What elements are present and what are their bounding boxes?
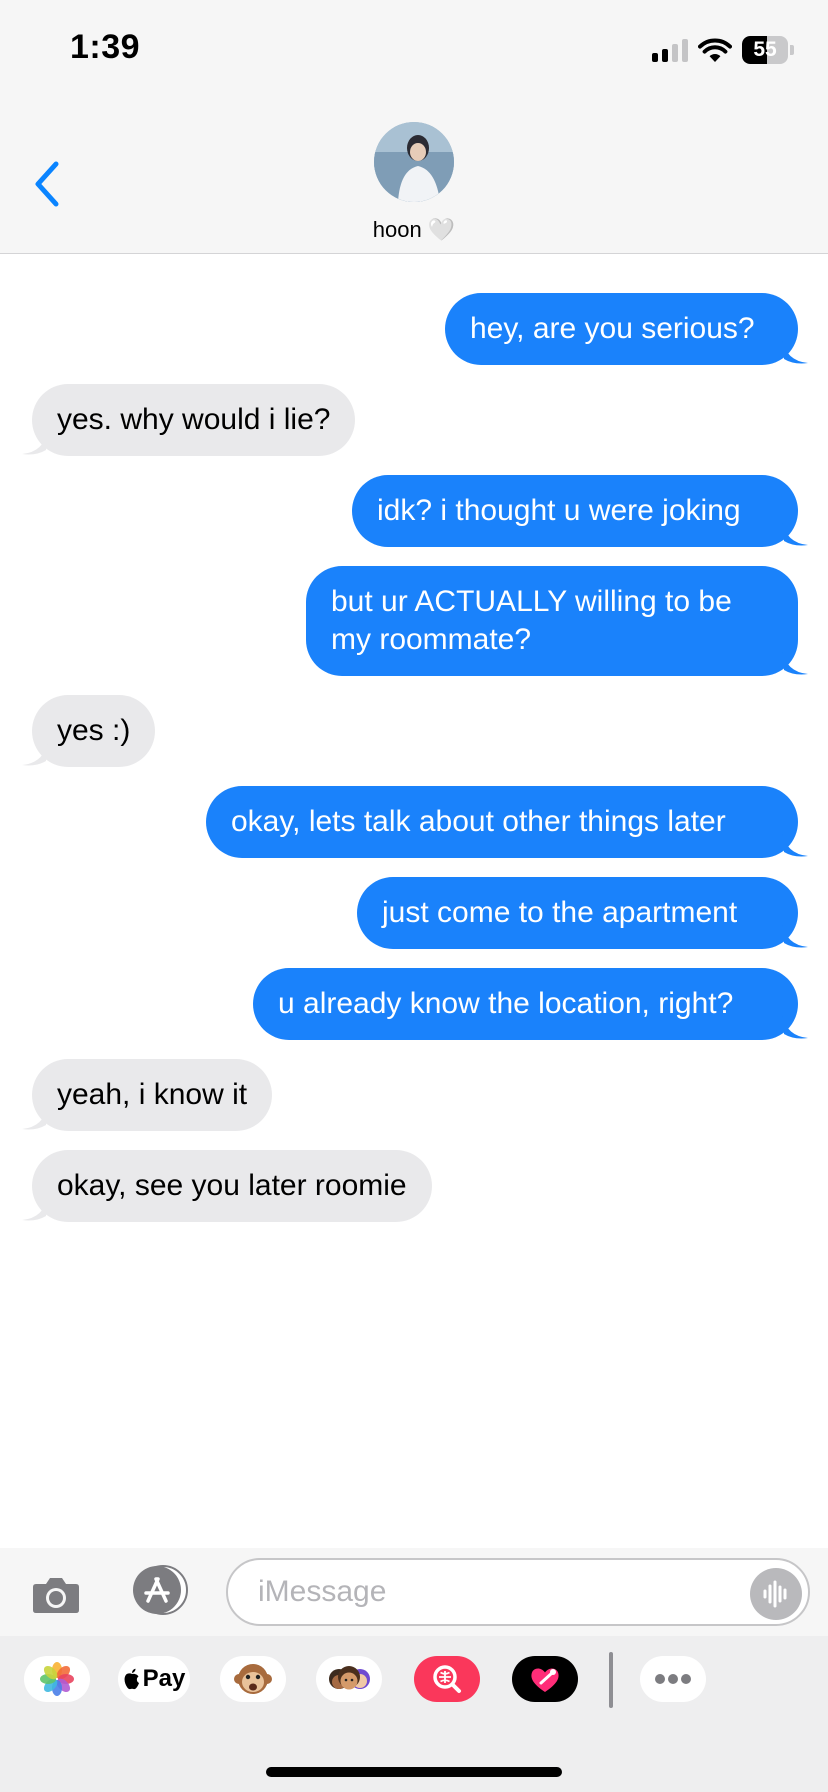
message-row: idk? i thought u were joking xyxy=(0,475,828,547)
memoji-stickers-icon xyxy=(329,1666,370,1690)
message-row: yes. why would i lie? xyxy=(0,384,828,456)
message-row: yeah, i know it xyxy=(0,1059,828,1131)
message-text: just come to the apartment xyxy=(382,896,738,929)
avatar-photo xyxy=(374,122,454,202)
bubble-tail xyxy=(22,430,48,455)
apple-pay-button[interactable]: Pay xyxy=(118,1656,190,1702)
message-row: just come to the apartment xyxy=(0,877,828,949)
bubble-tail xyxy=(22,741,48,766)
message-text: yes. why would i lie? xyxy=(57,403,331,436)
message-text: but ur ACTUALLY willing to be my roommat… xyxy=(331,585,732,656)
images-search-icon xyxy=(433,1665,461,1693)
more-apps-icon xyxy=(655,1674,691,1684)
wifi-icon xyxy=(698,38,732,62)
sent-message-bubble[interactable]: just come to the apartment xyxy=(357,877,808,949)
photos-icon xyxy=(40,1662,74,1696)
back-button[interactable] xyxy=(28,156,68,212)
battery-icon: 55 xyxy=(742,36,794,64)
bubble-tail xyxy=(782,832,808,857)
message-text: hey, are you serious? xyxy=(470,312,755,345)
message-text: okay, lets talk about other things later xyxy=(231,805,726,838)
messages-screen: 1:39 55 hoon 🤍 hey, are you serious? yes… xyxy=(0,0,828,1792)
audio-message-button[interactable] xyxy=(750,1568,802,1620)
sent-message-bubble[interactable]: but ur ACTUALLY willing to be my roommat… xyxy=(306,566,808,676)
message-row: hey, are you serious? xyxy=(0,293,828,365)
received-message-bubble[interactable]: yeah, i know it xyxy=(22,1059,273,1131)
received-message-bubble[interactable]: okay, see you later roomie xyxy=(22,1150,432,1222)
more-apps-button[interactable] xyxy=(640,1656,706,1702)
bubble-tail xyxy=(22,1105,48,1130)
app-drawer: Pay xyxy=(0,1636,828,1792)
received-message-bubble[interactable]: yes. why would i lie? xyxy=(22,384,356,456)
received-message-bubble[interactable]: yes :) xyxy=(22,695,156,767)
message-row: yes :) xyxy=(0,695,828,767)
status-indicators: 55 xyxy=(652,34,794,66)
digital-touch-icon xyxy=(531,1668,559,1692)
apple-logo-icon xyxy=(124,1668,139,1690)
message-text: u already know the location, right? xyxy=(278,987,734,1020)
contact-avatar[interactable] xyxy=(374,122,454,202)
bubble-tail xyxy=(782,923,808,948)
sent-message-bubble[interactable]: okay, lets talk about other things later xyxy=(206,786,808,858)
home-indicator[interactable] xyxy=(266,1767,562,1777)
camera-button[interactable] xyxy=(30,1568,82,1620)
memoji-stickers-button[interactable] xyxy=(316,1656,382,1702)
monkey-memoji-icon xyxy=(234,1664,272,1694)
waveform-icon xyxy=(763,1580,787,1608)
app-store-button[interactable] xyxy=(127,1564,191,1616)
contact-name[interactable]: hoon 🤍 xyxy=(0,217,828,243)
message-row: but ur ACTUALLY willing to be my roommat… xyxy=(0,566,828,676)
animoji-button[interactable] xyxy=(220,1656,286,1702)
camera-icon xyxy=(33,1578,79,1613)
photos-app-button[interactable] xyxy=(24,1656,90,1702)
conversation-header: 1:39 55 hoon 🤍 xyxy=(0,0,828,254)
message-text: yes :) xyxy=(57,714,131,747)
images-search-button[interactable] xyxy=(414,1656,480,1702)
cellular-signal-icon xyxy=(652,38,688,62)
message-text: okay, see you later roomie xyxy=(57,1169,407,1202)
bubble-tail xyxy=(22,1196,48,1221)
message-row: okay, lets talk about other things later xyxy=(0,786,828,858)
drawer-divider xyxy=(609,1652,613,1708)
app-store-icon xyxy=(133,1565,188,1615)
apple-pay-label: Pay xyxy=(142,1665,186,1692)
message-text: idk? i thought u were joking xyxy=(377,494,741,527)
sent-message-bubble[interactable]: idk? i thought u were joking xyxy=(352,475,808,547)
digital-touch-button[interactable] xyxy=(512,1656,578,1702)
bubble-tail xyxy=(782,521,808,546)
bubble-tail xyxy=(782,1014,808,1039)
compose-bar xyxy=(0,1548,828,1636)
message-input[interactable] xyxy=(226,1558,810,1626)
status-time: 1:39 xyxy=(70,28,141,66)
message-row: okay, see you later roomie xyxy=(0,1150,828,1222)
bubble-tail xyxy=(782,339,808,364)
chevron-left-icon xyxy=(35,161,59,207)
message-row: u already know the location, right? xyxy=(0,968,828,1040)
sent-message-bubble[interactable]: u already know the location, right? xyxy=(253,968,808,1040)
sent-message-bubble[interactable]: hey, are you serious? xyxy=(445,293,808,365)
bubble-tail xyxy=(782,650,808,675)
message-text: yeah, i know it xyxy=(57,1078,248,1111)
battery-percentage: 55 xyxy=(753,38,777,61)
